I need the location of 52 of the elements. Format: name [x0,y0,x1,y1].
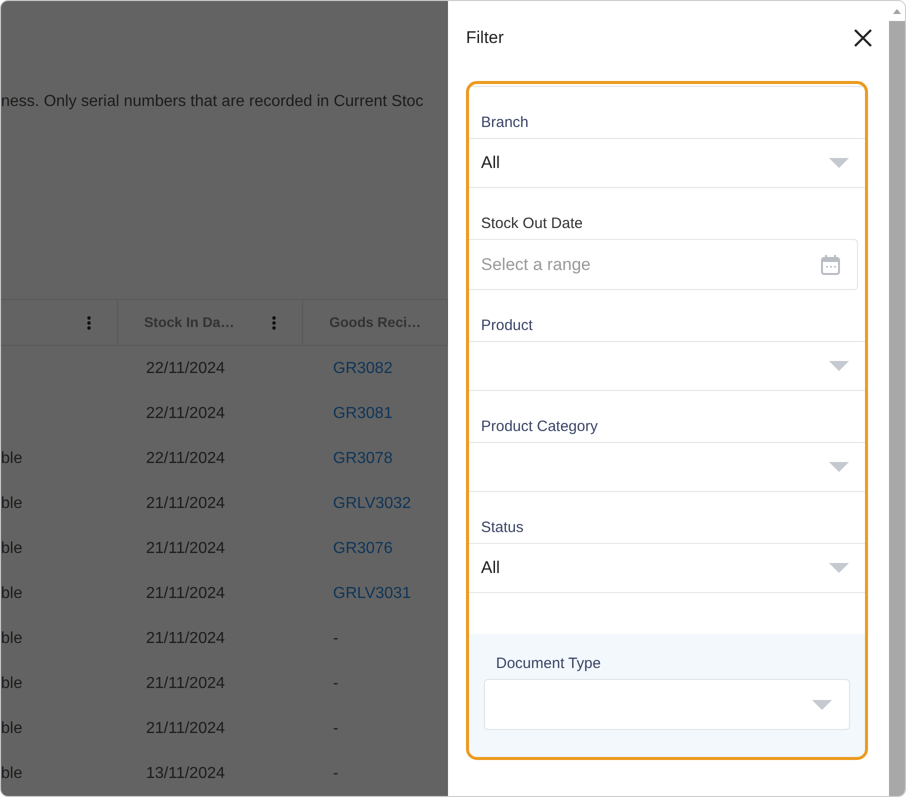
table-cell: 22/11/2024 [146,450,225,466]
goods-receipt-link[interactable]: GRLV3031 [333,584,411,602]
scrollbar[interactable] [889,1,905,796]
dropdown-caret-icon [812,700,832,710]
field-label: Stock Out Date [480,214,584,234]
table-cell: - [333,720,338,736]
table-cell: 13/11/2024 [146,764,225,782]
table-cell: 21/11/2024 [146,540,225,556]
dropdown-caret-icon [829,158,849,168]
dropdown-caret-icon [829,462,849,472]
table-cell: 21/11/2024 [146,494,225,512]
table-cell: ble [1,584,22,602]
goods-receipt-link[interactable]: GR3082 [333,360,393,376]
select-field[interactable]: All [469,138,865,188]
field-label: Product [480,316,534,336]
goods-receipt-link[interactable]: GRLV3032 [333,494,411,512]
date-range-field[interactable]: Select a range [469,239,858,290]
table-cell: 22/11/2024 [146,404,225,422]
calendar-icon [821,254,840,274]
table-cell: ble [1,764,22,782]
panel-title: Filter [466,27,504,50]
table-cell: ble [1,540,22,556]
table-cell: 21/11/2024 [146,630,225,646]
field-label: Status [480,518,525,538]
field-label: Document Type [495,654,602,674]
column-menu-icon[interactable] [87,316,92,330]
goods-receipt-link[interactable]: GR3081 [333,404,393,422]
table-cell: ble [1,494,22,512]
dropdown-caret-icon [829,361,849,371]
goods-receipt-link[interactable]: GR3078 [333,450,393,466]
close-icon[interactable] [854,29,872,47]
select-field[interactable] [484,679,850,730]
table-cell: ble [1,674,22,692]
description-text: ness. Only serial numbers that are recorded in Current Stoc [1,92,424,112]
dropdown-caret-icon [829,563,849,573]
select-field[interactable] [469,442,865,492]
column-menu-icon[interactable] [272,316,276,330]
field-label: Branch [480,113,530,133]
table-cell: ble [1,630,22,646]
table-cell: ble [1,720,22,736]
table-cell: - [333,630,338,646]
goods-receipt-link[interactable]: GR3076 [333,540,393,556]
select-field[interactable]: All [469,543,865,593]
table-cell: ble [1,450,22,466]
field-label: Product Category [480,417,599,437]
table-cell: 21/11/2024 [146,674,225,692]
table-cell: - [333,764,338,782]
table-cell: - [333,674,338,692]
table-cell: 21/11/2024 [146,584,225,602]
table-cell: 21/11/2024 [146,720,225,736]
table-cell: 22/11/2024 [146,360,225,376]
select-field[interactable] [469,341,865,391]
